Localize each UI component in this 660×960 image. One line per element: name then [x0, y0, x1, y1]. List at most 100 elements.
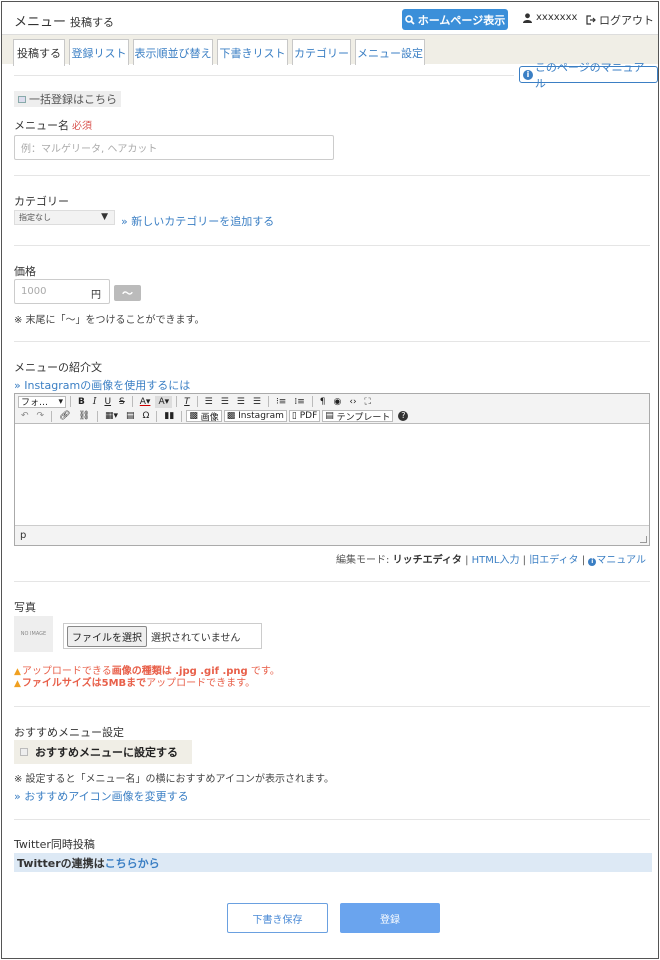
text-color-icon[interactable]: A▾: [137, 396, 154, 408]
info-icon: i: [523, 69, 533, 80]
page-manual-link[interactable]: i このページのマニュアル: [519, 61, 658, 90]
file-status: 選択されていません: [151, 632, 241, 644]
tab-post[interactable]: 投稿する: [13, 39, 65, 66]
divider: [14, 581, 650, 582]
insert-instagram-label: Instagram: [238, 411, 284, 421]
horizontal-rule-icon[interactable]: ▤: [123, 410, 138, 422]
numbered-list-icon[interactable]: ⁞≡: [291, 396, 307, 408]
file-size-warning-b: アップロードできます。: [146, 678, 256, 689]
change-recommend-icon-link[interactable]: » おすすめアイコン画像を変更する: [14, 788, 189, 804]
tab-registered-list[interactable]: 登録リスト: [69, 39, 129, 65]
search-icon: [404, 14, 415, 25]
price-note: ※ 末尾に「～」をつけることができます。: [14, 315, 205, 326]
menu-name-input[interactable]: 例：マルゲリータ, ヘアカット: [14, 135, 334, 160]
editor-content-area[interactable]: [15, 425, 649, 525]
twitter-connect-box: Twitterの連携は こちらから: [14, 853, 652, 872]
special-char-icon[interactable]: Ω: [140, 410, 153, 422]
editor-element-path: p: [20, 530, 27, 541]
insert-image-button[interactable]: ▩ 画像: [186, 410, 222, 423]
file-size-warning: ▲ファイルサイズは5MBまでアップロードできます。: [14, 674, 255, 689]
bold-icon[interactable]: B: [75, 396, 88, 408]
bg-color-icon[interactable]: A▾: [155, 395, 173, 408]
menu-name-label: メニュー名 必須: [14, 117, 92, 133]
recommend-checkbox-label: おすすめメニューに設定する: [35, 746, 178, 759]
paragraph-icon[interactable]: ¶: [317, 396, 329, 408]
recommend-checkbox-row[interactable]: おすすめメニューに設定する: [14, 740, 192, 764]
tab-draft-list[interactable]: 下書きリスト: [217, 39, 288, 65]
link-icon[interactable]: 🔗︎: [56, 410, 73, 422]
insert-template-label: テンプレート: [336, 412, 391, 423]
bulk-register-label: 一括登録はこちら: [29, 93, 117, 106]
italic-icon[interactable]: I: [90, 396, 100, 408]
menu-name-placeholder: 例：マルゲリータ, ヘアカット: [21, 144, 158, 155]
resize-handle-icon[interactable]: [640, 536, 647, 543]
insert-pdf-button[interactable]: ▯ PDF: [288, 410, 321, 422]
user-menu[interactable]: xxxxxxx: [523, 12, 577, 23]
toolbar-separator: [196, 396, 198, 407]
twitter-label: Twitter同時投稿: [14, 838, 95, 851]
toolbar-separator: [311, 396, 313, 407]
editor-manual-label: マニュアル: [596, 555, 646, 566]
format-dropdown[interactable]: フォ… ▾: [18, 395, 66, 408]
tab-menu-settings[interactable]: メニュー設定: [355, 39, 425, 65]
table-icon[interactable]: ▦▾: [102, 410, 121, 422]
toolbar-separator: [131, 396, 133, 407]
tab-display-order[interactable]: 表示順並び替え: [133, 39, 213, 65]
editor-manual-link[interactable]: i マニュアル: [588, 555, 646, 566]
source-code-icon[interactable]: ‹›: [346, 396, 359, 408]
rich-text-editor: フォ… ▾ B I U S A▾ A▾ T ☰ ☰ ☰ ☰ ⁝≡ ⁞≡ ¶ ◉ ‹…: [14, 393, 650, 546]
logout-link[interactable]: ログアウト: [586, 12, 654, 28]
logout-label: ログアウト: [599, 14, 654, 27]
page-manual-label: このページのマニュアル: [534, 60, 645, 90]
price-input[interactable]: 1000 円: [14, 279, 110, 304]
description-label: メニューの紹介文: [14, 361, 102, 374]
homepage-button[interactable]: ホームページ表示: [402, 9, 508, 30]
link-arrow-icon: »: [14, 790, 25, 803]
html-input-link[interactable]: HTML入力: [472, 555, 520, 566]
recommend-checkbox[interactable]: [20, 748, 28, 756]
align-left-icon[interactable]: ☰: [202, 396, 216, 408]
header: メニュー 投稿する ホームページ表示 xxxxxxx ログアウト: [2, 2, 658, 34]
file-size-warning-a: ファイルサイズは5MBまで: [21, 678, 147, 689]
tab-category[interactable]: カテゴリー: [292, 39, 351, 65]
redo-icon[interactable]: ↷: [34, 410, 48, 422]
category-select[interactable]: 指定なし ▼: [14, 210, 115, 225]
toolbar-separator: [156, 410, 158, 422]
submit-button[interactable]: 登録: [340, 903, 440, 933]
align-center-icon[interactable]: ☰: [218, 396, 232, 408]
add-category-link[interactable]: » 新しいカテゴリーを追加する: [121, 213, 274, 229]
help-icon[interactable]: ?: [395, 410, 411, 422]
preview-icon[interactable]: ◉: [330, 396, 344, 408]
insert-image-label: 画像: [200, 412, 219, 423]
underline-icon[interactable]: U: [101, 396, 114, 408]
required-badge: 必須: [72, 121, 92, 132]
insert-pdf-label: PDF: [299, 411, 318, 421]
align-justify-icon[interactable]: ☰: [250, 396, 264, 408]
save-draft-button[interactable]: 下書き保存: [227, 903, 328, 933]
photo-thumbnail: NO IMAGE: [14, 616, 53, 652]
choose-file-button[interactable]: ファイルを選択: [67, 625, 147, 647]
old-editor-link[interactable]: 旧エディタ: [529, 555, 578, 566]
divider: [14, 341, 650, 342]
add-category-label: 新しいカテゴリーを追加する: [131, 215, 275, 228]
clear-format-icon[interactable]: T: [181, 396, 193, 408]
divider: [14, 75, 514, 76]
bulk-register-link[interactable]: 一括登録はこちら: [14, 91, 121, 107]
tilde-button[interactable]: ～: [114, 285, 141, 301]
toolbar-separator: [176, 396, 178, 407]
insert-template-button[interactable]: ▤ テンプレート: [322, 410, 394, 423]
bullet-list-icon[interactable]: ⁝≡: [273, 396, 289, 408]
twitter-connect-link[interactable]: こちらから: [105, 855, 160, 871]
align-right-icon[interactable]: ☰: [234, 396, 248, 408]
logout-icon: [586, 15, 596, 25]
strikethrough-icon[interactable]: S: [116, 396, 128, 408]
fullscreen-icon[interactable]: ⛶: [362, 396, 374, 408]
divider: [14, 175, 650, 176]
unlink-icon[interactable]: ⛓︎: [76, 410, 93, 422]
find-icon[interactable]: ▮▮: [161, 410, 177, 422]
undo-icon[interactable]: ↶: [18, 410, 32, 422]
photo-label: 写真: [14, 601, 36, 614]
link-arrow-icon: »: [14, 379, 25, 392]
instagram-help-link[interactable]: » Instagramの画像を使用するには: [14, 377, 190, 393]
insert-instagram-button[interactable]: ▩ Instagram: [223, 410, 287, 422]
